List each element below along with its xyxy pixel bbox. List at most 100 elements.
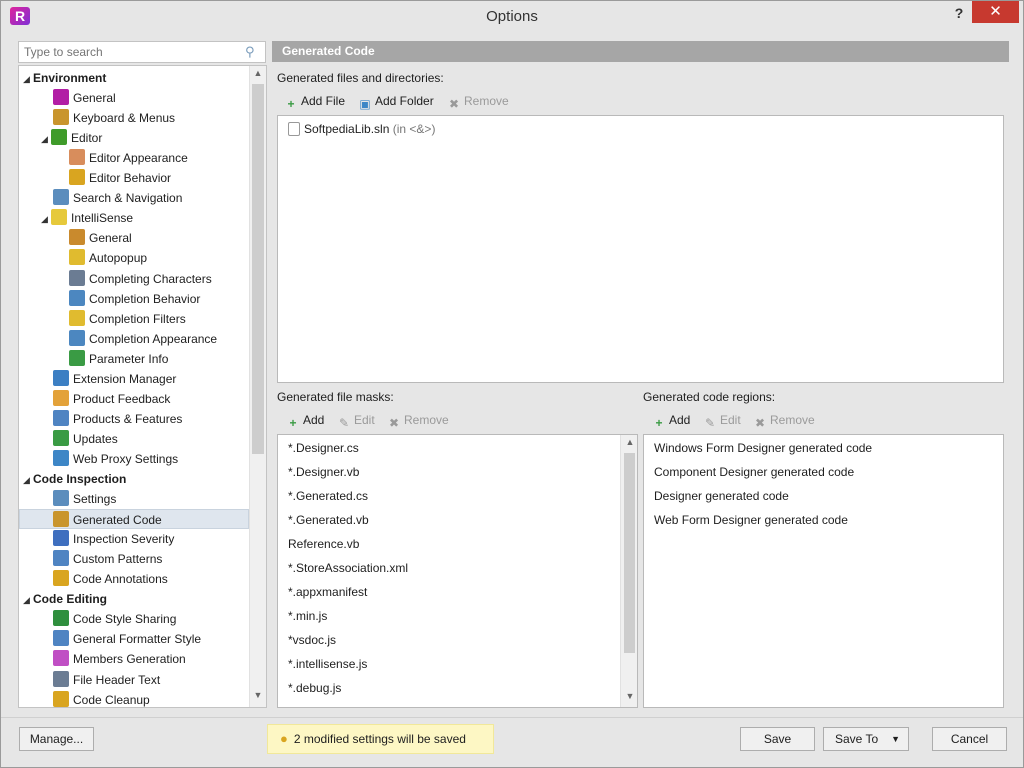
add-mask-button[interactable]: + Add	[285, 410, 324, 430]
tree-item[interactable]: Extension Manager	[53, 369, 176, 389]
tree-item-label: General	[89, 231, 132, 246]
edit-region-button[interactable]: ✎ Edit	[702, 410, 741, 430]
list-item[interactable]: *.Designer.vb	[288, 463, 359, 481]
save-button[interactable]: Save	[740, 727, 815, 751]
tree-item[interactable]: General	[69, 228, 132, 248]
tree-item[interactable]: Product Feedback	[53, 389, 170, 409]
tree-item[interactable]: Completion Appearance	[69, 329, 217, 349]
list-item[interactable]: Windows Form Designer generated code	[654, 439, 872, 457]
bulb-icon: ●	[280, 731, 288, 746]
tree-item[interactable]: Custom Patterns	[53, 549, 162, 569]
add-file-button[interactable]: + Add File	[283, 91, 345, 111]
save-to-button[interactable]: Save To ▼	[823, 727, 909, 751]
tree-category[interactable]: ◢ Code Inspection	[23, 469, 126, 489]
tree-category[interactable]: ◢ Environment	[23, 68, 106, 88]
options-tree: ◢ Environment General Keyboard & Menus ◢ Edit…	[18, 65, 267, 708]
remove-mask-button[interactable]: ✖ Remove	[386, 410, 449, 430]
modified-settings-notice: ● 2 modified settings will be saved	[267, 724, 494, 754]
tree-scroll-thumb[interactable]	[252, 84, 264, 454]
tree-item[interactable]: Products & Features	[53, 409, 182, 429]
gear-icon	[69, 169, 85, 186]
masks-scrollbar[interactable]: ▲ ▼	[620, 435, 637, 707]
tree-item[interactable]: File Header Text	[53, 670, 160, 690]
tree-item[interactable]: Inspection Severity	[53, 529, 174, 549]
list-item[interactable]: *.Designer.cs	[288, 439, 359, 457]
list-item[interactable]: *vsdoc.js	[288, 631, 336, 649]
tree-item[interactable]: Search & Navigation	[53, 188, 182, 208]
expand-toggle-icon[interactable]: ◢	[23, 470, 33, 490]
remove-file-button[interactable]: ✖ Remove	[446, 91, 509, 111]
tree-item[interactable]: Completion Filters	[69, 309, 186, 329]
scroll-up-icon[interactable]: ▲	[252, 68, 264, 82]
tree-item-label: Code Editing	[33, 592, 107, 607]
tree-item-label: Code Cleanup	[73, 692, 150, 707]
tree-item[interactable]: Keyboard & Menus	[53, 108, 175, 128]
search-input[interactable]	[19, 42, 239, 62]
masks-scroll-thumb[interactable]	[624, 453, 635, 653]
edit-icon: ✎	[704, 416, 716, 430]
tree-item[interactable]: Members Generation	[53, 649, 186, 669]
tree-item[interactable]: Code Style Sharing	[53, 609, 176, 629]
list-item[interactable]: Designer generated code	[654, 487, 789, 505]
tree-item-label: Editor	[71, 131, 103, 146]
list-item[interactable]: Web Form Designer generated code	[654, 511, 848, 529]
tree-item-label: File Header Text	[73, 672, 161, 687]
list-item[interactable]: *.StoreAssociation.xml	[288, 559, 408, 577]
tree-item[interactable]: Editor Behavior	[69, 168, 171, 188]
list-item[interactable]: SoftpediaLib.sln (in <&>)	[288, 120, 435, 138]
envelope-icon	[53, 389, 69, 406]
add-region-button[interactable]: + Add	[651, 410, 690, 430]
tree-item[interactable]: ◢ Editor	[41, 128, 102, 148]
expand-toggle-icon[interactable]: ◢	[41, 129, 51, 149]
files-list[interactable]: SoftpediaLib.sln (in <&>)	[277, 115, 1004, 383]
tree-item[interactable]: Code Annotations	[53, 569, 168, 589]
tree-item[interactable]: General Formatter Style	[53, 629, 201, 649]
close-button[interactable]: ✕	[972, 1, 1019, 23]
list-item[interactable]: *.debug.js	[288, 679, 341, 697]
help-button[interactable]: ?	[949, 5, 969, 25]
tree-item[interactable]: Settings	[53, 489, 116, 509]
tree-item[interactable]: Updates	[53, 429, 118, 449]
list-item[interactable]: *.Generated.vb	[288, 511, 369, 529]
scroll-down-icon[interactable]: ▼	[252, 690, 264, 704]
completion-behavior-icon	[69, 289, 85, 306]
extension-icon	[53, 369, 69, 386]
tree-item[interactable]: Completing Characters	[69, 269, 212, 289]
list-item[interactable]: *.Generated.cs	[288, 487, 368, 505]
list-item[interactable]: Component Designer generated code	[654, 463, 854, 481]
list-item[interactable]: Reference.vb	[288, 535, 359, 553]
add-folder-button[interactable]: ▣ Add Folder	[357, 91, 433, 111]
edit-mask-button[interactable]: ✎ Edit	[336, 410, 375, 430]
list-item[interactable]: *.appxmanifest	[288, 583, 367, 601]
tree-item-label: Completion Behavior	[89, 291, 201, 306]
list-item[interactable]: *.min.js	[288, 607, 327, 625]
tree-category[interactable]: ◢ Code Editing	[23, 589, 107, 609]
manage-button[interactable]: Manage...	[19, 727, 94, 751]
expand-toggle-icon[interactable]: ◢	[23, 69, 33, 89]
scroll-up-icon[interactable]: ▲	[624, 437, 636, 451]
tree-item[interactable]: Parameter Info	[69, 349, 168, 369]
tree-item[interactable]: Web Proxy Settings	[53, 449, 178, 469]
list-item[interactable]: *.intellisense.js	[288, 655, 367, 673]
expand-toggle-icon[interactable]: ◢	[41, 209, 51, 229]
remove-region-button[interactable]: ✖ Remove	[752, 410, 815, 430]
tree-item-label: Code Style Sharing	[73, 612, 177, 627]
tree-item[interactable]: Code Cleanup	[53, 690, 150, 707]
tree-item-label: Custom Patterns	[73, 552, 163, 567]
add-folder-icon: ▣	[359, 97, 371, 111]
tree-item[interactable]: General	[53, 88, 116, 108]
tree-item[interactable]: Editor Appearance	[69, 148, 188, 168]
tree-item[interactable]: ◢ IntelliSense	[41, 208, 133, 228]
cancel-button[interactable]: Cancel	[932, 727, 1007, 751]
tree-item[interactable]: Autopopup	[69, 248, 147, 268]
tree-item[interactable]: Generated Code	[19, 509, 249, 530]
masks-list[interactable]: *.Designer.cs *.Designer.vb *.Generated.cs…	[277, 434, 638, 708]
tree-scrollbar[interactable]: ▲ ▼	[249, 66, 266, 707]
expand-toggle-icon[interactable]: ◢	[23, 590, 33, 610]
search-icon[interactable]: ⚲	[245, 44, 261, 60]
regions-list[interactable]: Windows Form Designer generated code Comp…	[643, 434, 1004, 708]
tree-item[interactable]: Completion Behavior	[69, 289, 200, 309]
scroll-down-icon[interactable]: ▼	[624, 691, 636, 705]
font-icon	[69, 269, 85, 286]
settings-icon	[53, 490, 69, 507]
